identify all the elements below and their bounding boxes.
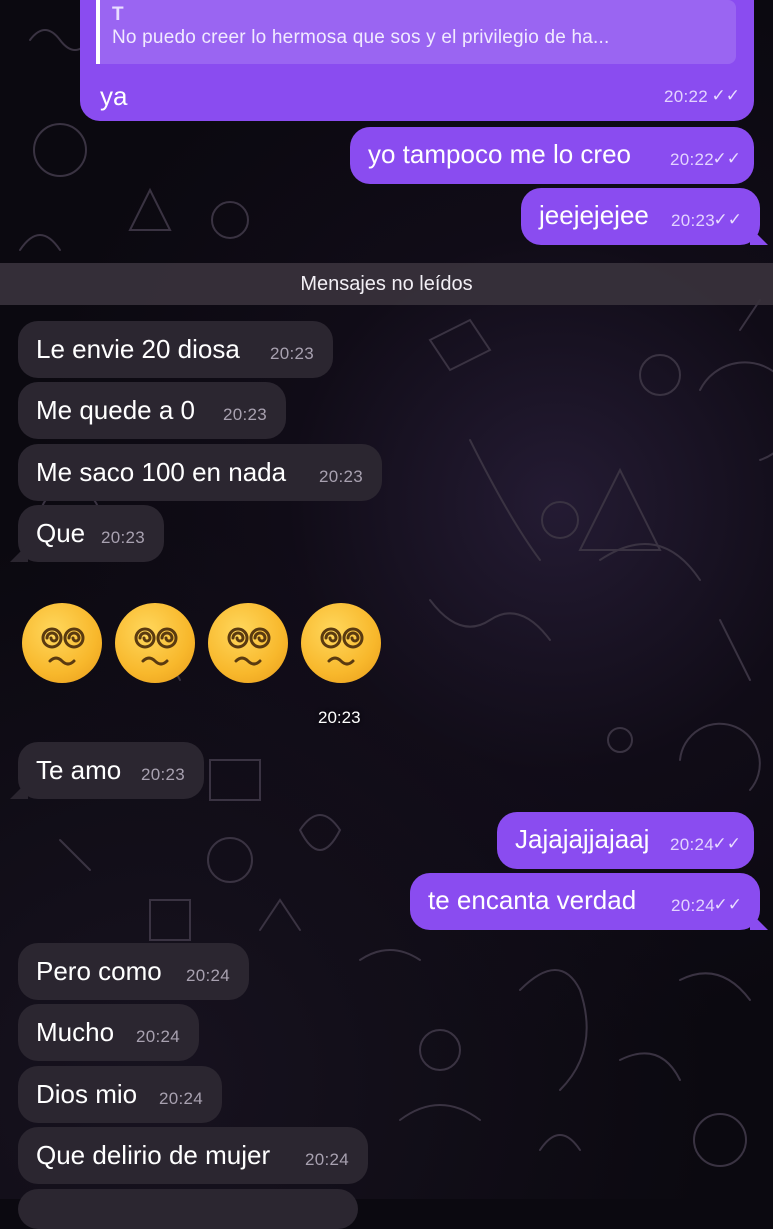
message-time: 20:23 (100, 528, 145, 547)
read-receipt-icon: ✓✓ (713, 210, 743, 229)
message-text: Mucho (36, 1017, 115, 1047)
message-bubble-incoming[interactable]: Te amo 20:23 (18, 742, 204, 799)
message-text: yo tampoco me lo creo (368, 139, 632, 169)
face-with-spiral-eyes-icon (115, 603, 195, 683)
message-bubble-outgoing[interactable]: yo tampoco me lo creo 20:22 ✓✓ (350, 127, 754, 184)
message-time: 20:23 (140, 765, 185, 784)
message-text: Te amo (36, 755, 122, 785)
message-text: Que (36, 518, 86, 548)
message-time: 20:24 (185, 966, 230, 985)
message-bubble-outgoing[interactable]: jeejejejee 20:23 ✓✓ (521, 188, 760, 245)
message-time: 20:22 (669, 150, 714, 169)
message-time: 20:24 (158, 1089, 203, 1108)
message-text: jeejejejee (539, 200, 649, 230)
face-with-spiral-eyes-icon (208, 603, 288, 683)
message-text: Pero como (36, 956, 162, 986)
message-bubble-incoming[interactable]: Pero como 20:24 (18, 943, 249, 1000)
message-text: Me saco 100 en nada (36, 457, 287, 487)
message-time: 20:23 (269, 344, 314, 363)
message-bubble-incoming[interactable]: Que 20:23 (18, 505, 164, 562)
message-bubble-outgoing[interactable]: Jajajajjajaaj 20:24 ✓✓ (497, 812, 754, 869)
face-with-spiral-eyes-icon (301, 603, 381, 683)
quoted-sender-name: T (112, 4, 124, 25)
face-with-spiral-eyes-icon (22, 603, 102, 683)
message-bubble-outgoing[interactable]: T No puedo creer lo hermosa que sos y el… (80, 0, 754, 121)
message-bubble-incoming[interactable]: Dios mio 20:24 (18, 1066, 222, 1123)
message-bubble-incoming[interactable]: Mucho 20:24 (18, 1004, 199, 1061)
message-time: 20:24 (670, 896, 715, 915)
message-bubble-incoming-partial[interactable] (18, 1189, 358, 1229)
read-receipt-icon: ✓✓ (712, 149, 742, 168)
quoted-reply-box[interactable]: T No puedo creer lo hermosa que sos y el… (96, 0, 736, 64)
message-bubble-incoming[interactable]: Me saco 100 en nada 20:23 (18, 444, 382, 501)
message-time: 20:23 (318, 467, 363, 486)
message-text: Dios mio (36, 1079, 138, 1109)
read-receipt-icon: ✓✓ (713, 895, 743, 914)
message-time: 20:23 (670, 211, 715, 230)
read-receipt-icon: ✓✓ (712, 834, 742, 853)
message-text: Le envie 20 diosa (36, 334, 240, 364)
message-bubble-incoming[interactable]: Le envie 20 diosa 20:23 (18, 321, 333, 378)
unread-messages-divider: Mensajes no leídos (0, 263, 773, 305)
message-text: ya (100, 81, 128, 111)
message-time: 20:24 (669, 835, 714, 854)
message-text: Me quede a 0 (36, 395, 196, 425)
message-bubble-outgoing[interactable]: te encanta verdad 20:24 ✓✓ (410, 873, 760, 930)
message-time: 20:23 (222, 405, 267, 424)
message-bubble-incoming[interactable]: Que delirio de mujer 20:24 (18, 1127, 368, 1184)
message-time: 20:24 (135, 1027, 180, 1046)
message-text: Que delirio de mujer (36, 1140, 271, 1170)
message-text: te encanta verdad (428, 885, 637, 915)
message-time: 20:22 (663, 87, 708, 106)
message-time: 20:23 (318, 708, 361, 727)
message-text: Jajajajjajaaj (515, 824, 650, 854)
quoted-message-text: No puedo creer lo hermosa que sos y el p… (112, 27, 610, 48)
message-time: 20:24 (304, 1150, 349, 1169)
read-receipt-icon: ✓✓ (711, 86, 741, 105)
message-bubble-incoming[interactable]: Me quede a 0 20:23 (18, 382, 286, 439)
